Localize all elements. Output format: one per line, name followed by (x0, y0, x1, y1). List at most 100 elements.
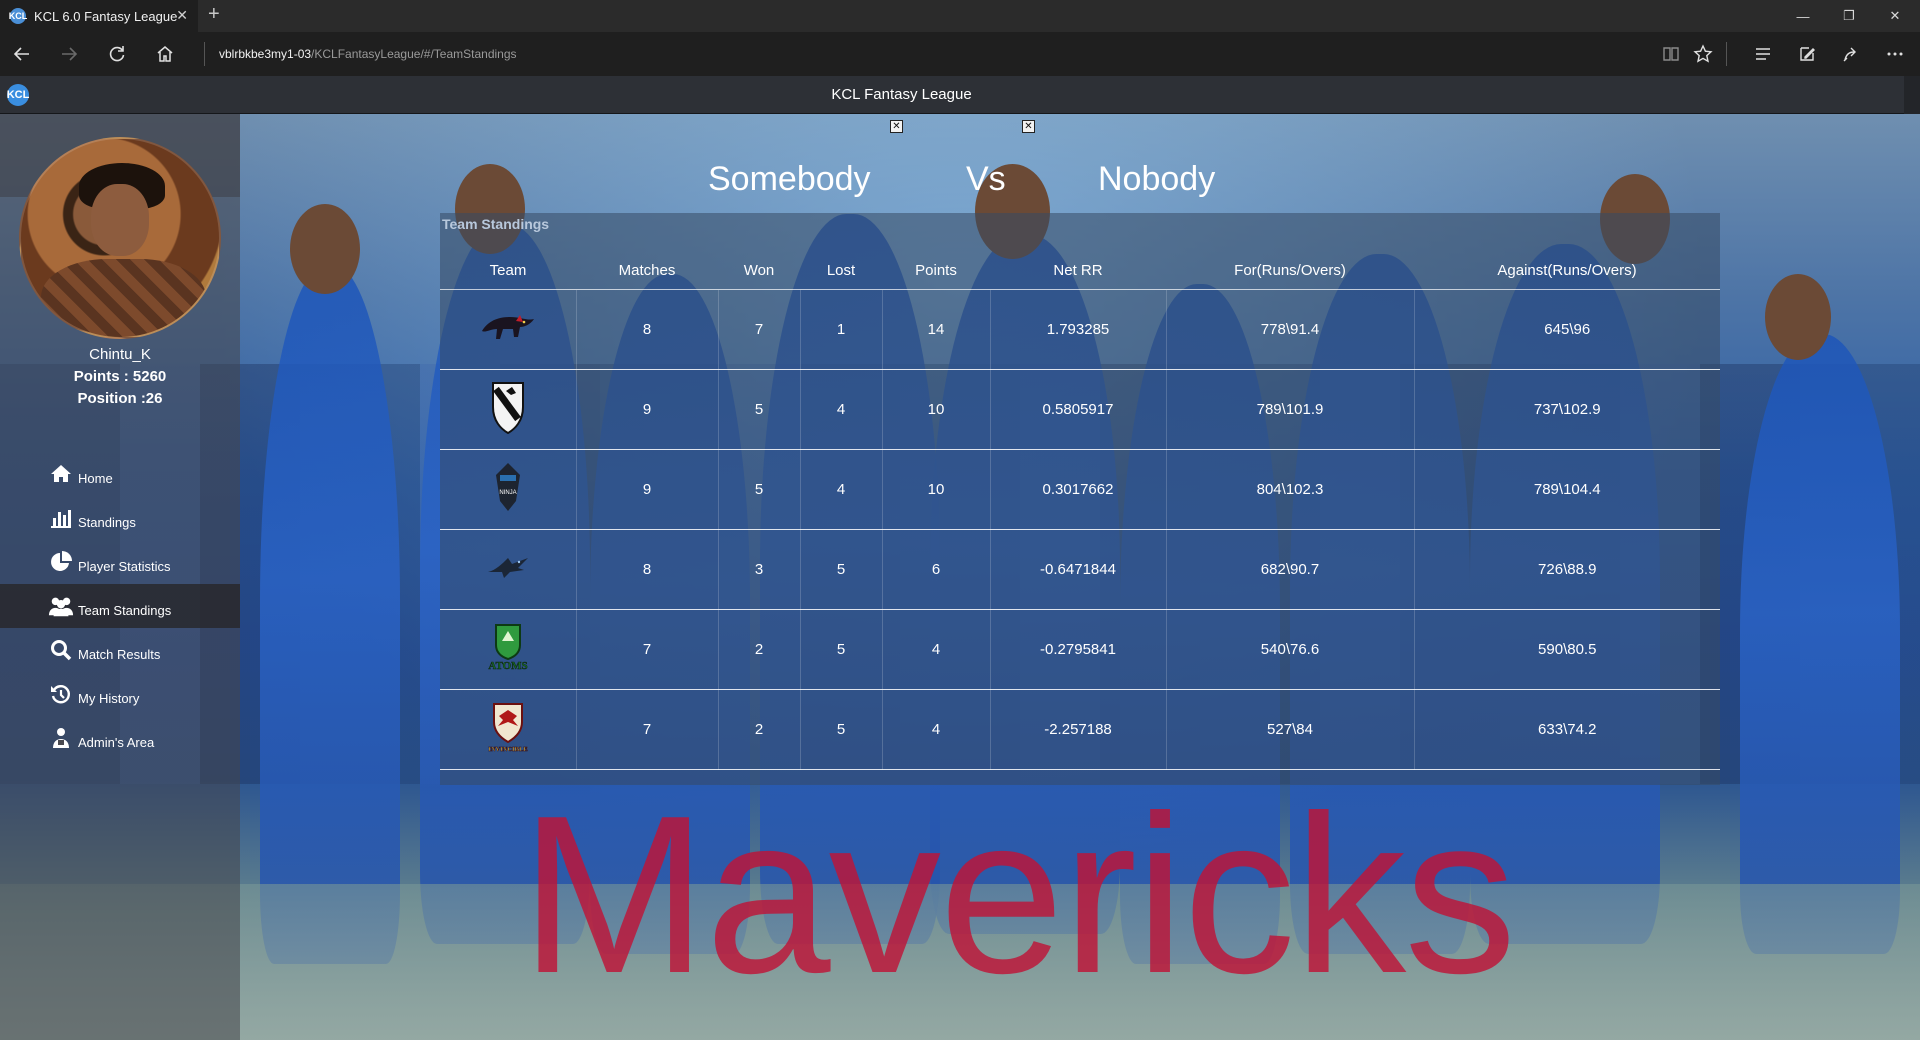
sidebar-item-player-statistics[interactable]: Player Statistics (0, 540, 240, 584)
app-header: KCL KCL Fantasy League (0, 76, 1920, 114)
won-cell: 7 (718, 289, 801, 370)
web-note-icon[interactable] (1792, 40, 1822, 68)
table-row[interactable]: ATOMS 7 2 5 4 -0.2795841 540\76.6 590\80… (440, 609, 1720, 690)
sidebar-item-label: Player Statistics (78, 558, 171, 574)
browser-tab[interactable]: KCL KCL 6.0 Fantasy League ✕ (0, 0, 198, 32)
table-row[interactable]: NINJA 9 5 4 10 0.3017662 804\102.3 789\1… (440, 449, 1720, 530)
versus-right-team: Nobody (1098, 160, 1216, 198)
matches-cell: 9 (576, 369, 719, 450)
back-arrow-icon[interactable] (7, 40, 37, 68)
column-header-against[interactable]: Against(Runs/Overs) (1414, 253, 1720, 290)
sidebar: Chintu_K Points : 5260 Position :26 Home… (0, 114, 240, 1040)
net-rr-cell: 0.3017662 (990, 449, 1167, 530)
window-close-icon[interactable]: ✕ (1872, 0, 1918, 32)
net-rr-cell: -2.257188 (990, 689, 1167, 770)
app-title: KCL Fantasy League (831, 86, 972, 103)
team-standings-panel: Team Standings Team Matches Won Lost Poi… (440, 213, 1720, 785)
search-icon (48, 637, 74, 663)
sidebar-item-admins-area[interactable]: Admin's Area (0, 716, 240, 760)
url-field[interactable]: vblrbkbe3my1-03/KCLFantasyLeague/#/TeamS… (219, 47, 517, 61)
home-icon[interactable] (150, 40, 180, 68)
sidebar-item-home[interactable]: Home (0, 452, 240, 496)
column-header-for[interactable]: For(Runs/Overs) (1166, 253, 1414, 290)
sidebar-item-match-results[interactable]: Match Results (0, 628, 240, 672)
points-cell: 4 (882, 689, 991, 770)
browser-titlebar: KCL KCL 6.0 Fantasy League ✕ + — ❐ ✕ (0, 0, 1920, 32)
lost-cell: 5 (800, 609, 883, 690)
close-icon[interactable]: ✕ (890, 120, 903, 133)
panther-logo-icon (480, 307, 536, 347)
close-icon[interactable]: ✕ (1022, 120, 1035, 133)
net-rr-cell: -0.6471844 (990, 529, 1167, 610)
lost-cell: 1 (800, 289, 883, 370)
background-player-head (1765, 274, 1831, 360)
sidebar-item-team-standings[interactable]: Team Standings (0, 584, 240, 628)
column-header-points[interactable]: Points (882, 253, 990, 290)
bird-logo-icon (486, 554, 530, 580)
forward-arrow-icon[interactable] (54, 40, 84, 68)
atoms-logo-text: ATOMS (488, 660, 527, 672)
matches-cell: 9 (576, 449, 719, 530)
tab-favicon-icon: KCL (9, 8, 27, 24)
home-icon (48, 461, 74, 487)
header-scroll-track (1904, 76, 1920, 114)
user-position: Position :26 (77, 390, 163, 407)
won-cell: 2 (718, 689, 801, 770)
tab-title: KCL 6.0 Fantasy League (34, 8, 178, 24)
bar-chart-icon (48, 505, 74, 531)
versus-label: Vs (966, 160, 1006, 198)
sidebar-item-label: Team Standings (78, 602, 172, 618)
standings-table: Team Matches Won Lost Points Net RR For(… (440, 253, 1720, 770)
new-tab-button[interactable]: + (208, 3, 220, 26)
column-header-team[interactable]: Team (440, 253, 576, 290)
restore-icon[interactable]: ❐ (1826, 0, 1872, 32)
share-icon[interactable] (1836, 40, 1866, 68)
against-cell: 590\80.5 (1414, 609, 1720, 690)
points-cell: 4 (882, 609, 991, 690)
main-content: Chintu_K Points : 5260 Position :26 Home… (0, 114, 1920, 1040)
toolbar-separator (1726, 42, 1727, 66)
background-player (260, 264, 400, 964)
table-row[interactable]: 9 5 4 10 0.5805917 789\101.9 737\102.9 (440, 369, 1720, 450)
lost-cell: 4 (800, 449, 883, 530)
panel-title: Team Standings (442, 216, 550, 232)
for-cell: 682\90.7 (1166, 529, 1415, 610)
address-separator (204, 42, 205, 66)
minimize-icon[interactable]: — (1780, 0, 1826, 32)
url-host: vblrbkbe3my1-03 (219, 47, 312, 61)
team-cell (440, 369, 577, 450)
background-player-head (290, 204, 360, 294)
ninja-logo-icon: NINJA (493, 461, 523, 513)
refresh-icon[interactable] (102, 40, 132, 68)
versus-left-team: Somebody (708, 160, 871, 198)
tab-close-icon[interactable]: ✕ (176, 7, 188, 24)
won-cell: 5 (718, 369, 801, 450)
sidebar-item-my-history[interactable]: My History (0, 672, 240, 716)
sidebar-item-standings[interactable]: Standings (0, 496, 240, 540)
for-cell: 789\101.9 (1166, 369, 1415, 450)
user-points: Points : 5260 (73, 368, 167, 385)
team-cell: ATOMS (440, 609, 577, 690)
url-path: /KCLFantasyLeague/#/TeamStandings (311, 47, 517, 61)
against-cell: 789\104.4 (1414, 449, 1720, 530)
background-player (1740, 334, 1900, 954)
table-row[interactable]: 8 3 5 6 -0.6471844 682\90.7 726\88.9 (440, 529, 1720, 610)
column-header-won[interactable]: Won (718, 253, 800, 290)
won-cell: 5 (718, 449, 801, 530)
team-cell: INVINCIBLE (440, 689, 577, 770)
for-cell: 804\102.3 (1166, 449, 1415, 530)
table-row[interactable]: INVINCIBLE 7 2 5 4 -2.257188 527\84 633\… (440, 689, 1720, 770)
lost-cell: 4 (800, 369, 883, 450)
reading-view-icon[interactable] (1656, 40, 1686, 68)
table-row[interactable]: 8 7 1 14 1.793285 778\91.4 645\96 (440, 289, 1720, 370)
favorite-star-icon[interactable] (1688, 40, 1718, 68)
column-header-lost[interactable]: Lost (800, 253, 882, 290)
more-icon[interactable] (1880, 40, 1910, 68)
team-cell (440, 289, 577, 370)
hub-icon[interactable] (1748, 40, 1778, 68)
lost-cell: 5 (800, 529, 883, 610)
column-header-matches[interactable]: Matches (576, 253, 718, 290)
column-header-net-rr[interactable]: Net RR (990, 253, 1166, 290)
sidebar-item-label: Standings (78, 514, 136, 530)
points-cell: 10 (882, 369, 991, 450)
